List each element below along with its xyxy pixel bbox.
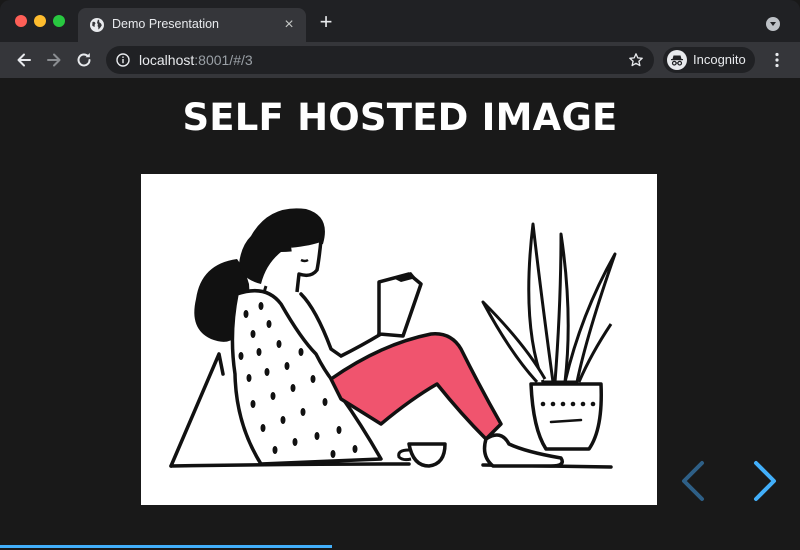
incognito-badge[interactable]: Incognito [663,47,755,73]
browser-toolbar: localhost:8001/#/3 Incognito [0,42,800,78]
slide-progress-bar [0,545,800,548]
globe-icon [90,18,104,32]
address-bar[interactable]: localhost:8001/#/3 [106,46,654,74]
browser-window: Demo Presentation × + localhost:8001/#/3 [0,0,800,550]
reload-icon[interactable] [74,50,94,70]
woman-reading-illustration [169,208,617,469]
site-info-icon[interactable] [116,53,130,67]
close-tab-icon[interactable]: × [280,16,298,34]
tab-search-chevron-icon[interactable] [766,17,780,31]
tab-demo-presentation[interactable]: Demo Presentation × [78,8,306,42]
maximize-window-button[interactable] [53,15,65,27]
url-host: localhost [139,52,195,68]
tab-strip: Demo Presentation × + [0,0,800,42]
new-tab-button[interactable]: + [316,11,336,33]
incognito-label: Incognito [693,52,746,67]
bookmark-star-icon[interactable] [628,52,644,68]
slide-illustration [141,174,657,505]
close-window-button[interactable] [15,15,27,27]
slide-progress-fill [0,545,332,548]
next-slide-arrow-icon[interactable] [750,460,780,502]
slide-title: SELF HOSTED IMAGE [182,96,618,139]
incognito-icon [667,50,687,70]
previous-slide-arrow-icon[interactable] [678,460,708,502]
browser-menu-icon[interactable] [774,52,780,68]
back-arrow-icon[interactable] [14,50,34,70]
minimize-window-button[interactable] [34,15,46,27]
url-path: :8001/#/3 [194,52,253,68]
url-text: localhost:8001/#/3 [139,52,253,68]
tab-title: Demo Presentation [112,17,220,31]
slide-viewport: SELF HOSTED IMAGE [0,78,800,550]
forward-arrow-icon[interactable] [44,50,64,70]
